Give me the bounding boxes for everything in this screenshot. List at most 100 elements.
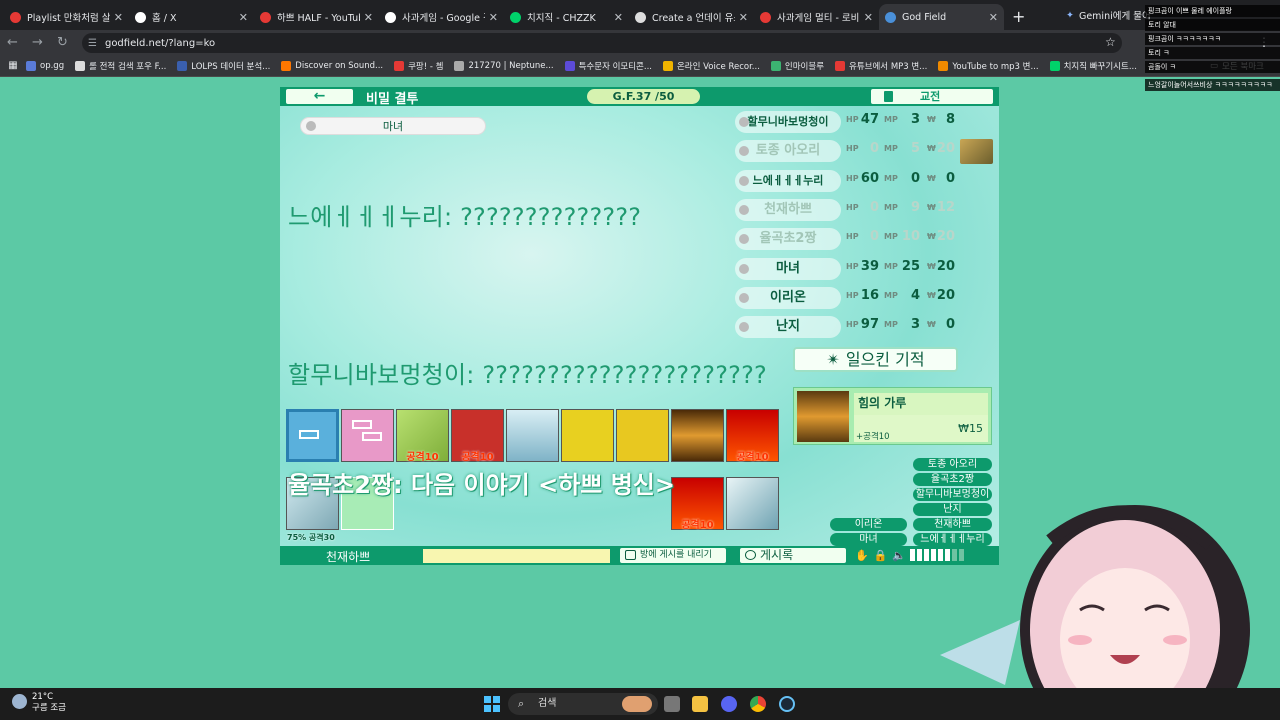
bookmark-item[interactable]: 온라인 Voice Recor... [662, 60, 760, 72]
browser-tab[interactable]: God Field ✕ [879, 4, 1004, 30]
discord-icon[interactable] [721, 696, 737, 712]
browser-tab[interactable]: 사과게임 - Google 검 ✕ [379, 4, 504, 30]
close-tab-icon[interactable]: ✕ [114, 11, 123, 24]
reload-icon[interactable]: ↻ [50, 35, 75, 50]
chrome-icon[interactable] [750, 696, 766, 712]
bookmark-item[interactable]: 인마이블루 [770, 60, 825, 72]
bookmark-item[interactable]: op.gg [26, 60, 64, 71]
target-name-button[interactable]: 마녀 [830, 533, 907, 546]
browser-tab[interactable]: 치지직 - CHZZK ✕ [504, 4, 629, 30]
windows-start-icon[interactable] [484, 696, 500, 712]
bookmark-item[interactable]: 쿠팡! - 쳄 [394, 60, 443, 72]
card-fire[interactable]: 공격10 [671, 477, 724, 531]
log-button[interactable]: 게시록 [740, 548, 846, 563]
mp-label: MP [884, 290, 898, 300]
target-name-button[interactable]: 이리온 [830, 518, 907, 531]
hp-value: 47 [860, 112, 879, 127]
bookmark-item[interactable]: Discover on Sound... [281, 60, 384, 71]
player-row[interactable]: 이리온 HP 16 MP 4 ₩20 [733, 285, 993, 311]
status-dot [739, 322, 749, 333]
bookmark-item[interactable]: YouTube to mp3 변... [938, 60, 1039, 72]
close-tab-icon[interactable]: ✕ [364, 11, 373, 24]
mp-label: MP [884, 320, 898, 330]
card-power-powder[interactable] [671, 409, 724, 462]
power-powder-icon [797, 391, 849, 442]
tab-title: 홈 / X [152, 13, 177, 24]
browser-tab[interactable]: Create a 언데이 유스 ✕ [629, 4, 754, 30]
back-icon[interactable]: ← [0, 35, 25, 50]
player-row[interactable]: 마녀 HP 39 MP 25 ₩20 [733, 256, 993, 282]
close-tab-icon[interactable]: ✕ [614, 11, 623, 24]
gold-value: 20 [936, 141, 955, 157]
player-row[interactable]: 느에ㅔㅔㅔ누리 HP 60 MP 0 ₩0 [733, 168, 993, 194]
address-bar-row: ← → ↻ ☰ godfield.net/?lang=ko ☆ ⋮ [0, 30, 1280, 55]
card-fire[interactable]: 공격10 [726, 409, 779, 463]
back-button[interactable]: ← [286, 89, 353, 104]
bookmark-item[interactable]: 치지직 빠꾸기시트... [1049, 60, 1137, 72]
post-message-button[interactable]: 방에 게시를 내리기 [620, 548, 726, 563]
bookmark-favicon-icon [177, 60, 188, 71]
card-double[interactable] [341, 409, 394, 462]
bookmark-label: 인마이블루 [784, 61, 825, 72]
bookmarks-bar: ▦ op.gg 롤 전적 검색 포우 F... LOLPS 데이터 분석... Dis… [0, 55, 1280, 77]
bookmark-star-icon[interactable]: ☆ [1105, 35, 1116, 49]
new-tab-icon[interactable]: + [1004, 7, 1033, 26]
card-shield[interactable] [286, 409, 339, 462]
card-sword[interactable] [561, 409, 614, 462]
browser-tab[interactable]: 하쁘 HALF - YouTube ✕ [254, 4, 379, 30]
bookmark-item[interactable]: 217270 | Neptune... [454, 60, 554, 71]
bookmark-item[interactable]: 유튜브에서 MP3 변... [835, 60, 927, 72]
folder-icon[interactable] [692, 696, 708, 712]
gemini-tab[interactable]: ✦ Gemini에게 물어 [1066, 4, 1151, 26]
war-button[interactable]: 교전 [871, 89, 993, 104]
browser-tab[interactable]: Playlist 만화처럼 살고 ✕ [4, 4, 129, 30]
steam-icon[interactable] [779, 696, 795, 712]
bookmark-favicon-icon [281, 60, 292, 71]
close-tab-icon[interactable]: ✕ [489, 11, 498, 24]
weather-widget[interactable]: 21°C 구름 조금 [12, 692, 66, 714]
target-name-button[interactable]: 토종 아오리 [913, 458, 992, 471]
player-row[interactable]: 천재하쁘 HP 0 MP 9 ₩12 [733, 197, 993, 223]
forward-icon[interactable]: → [25, 35, 50, 50]
widget-thumbnail-icon[interactable] [622, 696, 652, 712]
card-wind[interactable] [726, 477, 779, 530]
bookmark-item[interactable]: LOLPS 데이터 분석... [177, 60, 270, 72]
bookmark-favicon-icon [770, 60, 781, 71]
player-row[interactable]: 할무니바보멍청이 HP 47 MP 3 ₩8 [733, 109, 993, 135]
target-player-field[interactable]: 마녀 [300, 117, 486, 135]
close-tab-icon[interactable]: ✕ [239, 11, 248, 24]
task-view-icon[interactable] [664, 696, 680, 712]
mp-label: MP [884, 232, 898, 242]
player-row[interactable]: 토종 아오리 HP 0 MP 5 ₩20 [733, 138, 993, 164]
bookmark-label: 유튜브에서 MP3 변... [849, 61, 928, 72]
hand-icon[interactable]: ✋ [855, 549, 869, 562]
player-name-pill: 토종 아오리 [735, 140, 841, 163]
apps-grid-icon[interactable]: ▦ [0, 60, 26, 71]
game-bottom-bar: 천재하쁘 방에 게시를 내리기 게시록 ✋ 🔒 🔈 [280, 546, 999, 565]
player-row[interactable]: 난지 HP 97 MP 3 ₩0 [733, 314, 993, 340]
close-tab-icon[interactable]: ✕ [739, 11, 748, 24]
browser-tab[interactable]: 홈 / X ✕ [129, 4, 254, 30]
speaker-icon[interactable]: 🔈 [892, 549, 906, 562]
card-rope[interactable]: 공격10 [451, 409, 504, 463]
card-wand[interactable]: 공격10 [396, 409, 449, 463]
bookmark-favicon-icon [454, 60, 465, 71]
close-tab-icon[interactable]: ✕ [864, 11, 873, 24]
tab-favicon-icon [260, 11, 271, 23]
browser-tab[interactable]: 사과게임 멀티 - 로비 ✕ [754, 4, 879, 30]
weather-desc: 구름 조금 [32, 703, 66, 713]
bookmark-label: Discover on Sound... [295, 60, 384, 71]
lock-icon[interactable]: 🔒 [874, 549, 888, 562]
site-info-icon[interactable]: ☰ [88, 38, 97, 49]
card-candle[interactable] [616, 409, 669, 462]
bookmark-item[interactable]: 특수문자 이모티콘... [564, 60, 652, 72]
message-input[interactable] [423, 549, 610, 563]
close-tab-icon[interactable]: ✕ [989, 11, 998, 24]
tab-title: 사과게임 멀티 - 로비 [777, 13, 860, 24]
player-row[interactable]: 율곡초2짱 HP 0 MP 10 ₩20 [733, 226, 993, 252]
url-field[interactable]: ☰ godfield.net/?lang=ko [82, 33, 1122, 53]
bookmark-item[interactable]: 롤 전적 검색 포우 F... [75, 60, 166, 72]
miracle-button[interactable]: ✴ 일으킨 기적 [793, 347, 958, 372]
card-lantern[interactable] [506, 409, 559, 462]
bookmark-favicon-icon [835, 60, 846, 71]
